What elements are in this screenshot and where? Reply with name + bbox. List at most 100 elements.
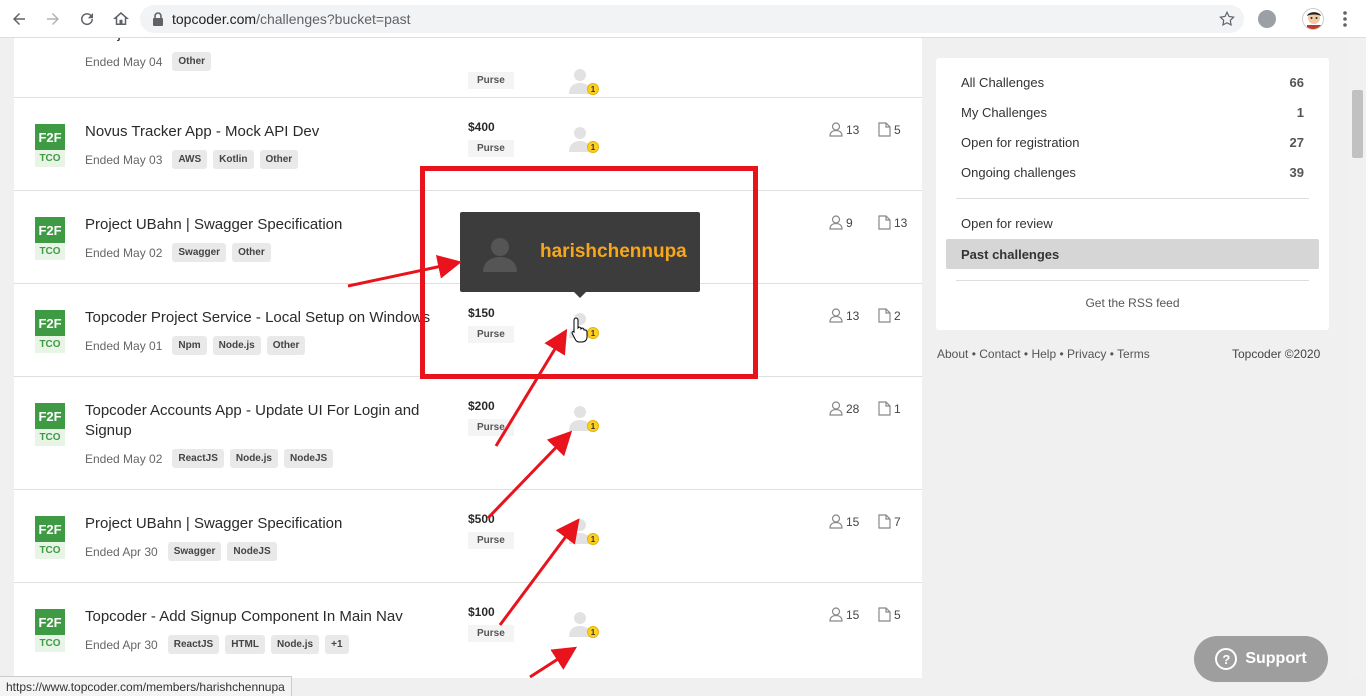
challenge-row: F2F TCO Topcoder - Add Signup Component In…	[14, 583, 922, 678]
tech-tag[interactable]: Swagger	[167, 542, 222, 561]
sidebar-item-my-challenges[interactable]: My Challenges 1	[946, 97, 1319, 127]
track-sub: TCO	[35, 635, 65, 652]
track-sub: TCO	[35, 542, 65, 559]
sidebar-item-open-for-registration[interactable]: Open for registration 27	[946, 127, 1319, 157]
profile-avatar[interactable]	[1302, 8, 1324, 30]
sidebar-item-open-for-review[interactable]: Open for review	[946, 208, 1319, 238]
tech-tag[interactable]: Node.js	[229, 449, 278, 468]
tech-tag[interactable]: NodeJS	[283, 449, 334, 468]
tech-tag[interactable]: Other	[266, 336, 306, 355]
challenge-title[interactable]: Topcoder - Add Signup Component In Main …	[85, 607, 445, 627]
footer-privacy-link[interactable]: Privacy	[1067, 347, 1106, 361]
sidebar-item-count: 39	[1289, 164, 1304, 180]
tech-tag[interactable]: ReactJS	[167, 635, 220, 654]
tech-tag[interactable]: Node.js	[270, 635, 320, 654]
challenge-meta: Ended May 01 Npm Node.js Other	[85, 336, 311, 355]
document-icon	[878, 308, 891, 323]
challenge-title[interactable]: Topcoder Accounts App - Update UI For Lo…	[85, 401, 445, 441]
user-icon	[829, 514, 843, 529]
sidebar-item-past-challenges[interactable]: Past challenges	[946, 239, 1319, 269]
prize-block: Purse	[468, 66, 518, 89]
tech-tag[interactable]: Node.js	[212, 336, 261, 355]
forward-button[interactable]	[38, 4, 68, 34]
footer-help-link[interactable]: Help	[1031, 347, 1056, 361]
back-button[interactable]	[4, 4, 34, 34]
tech-tag[interactable]: NodeJS	[227, 542, 277, 561]
challenge-title[interactable]: Novus Tracker App - Mock API Dev	[85, 122, 445, 142]
tech-tag[interactable]: HTML	[225, 635, 265, 654]
registrants-count[interactable]: 13	[829, 308, 859, 323]
challenge-row: F2F TCO Project UBahn | Swagger Specificat…	[14, 490, 922, 583]
challenge-title[interactable]: Topcoder Project Service - Local Setup o…	[85, 308, 445, 328]
tech-tag[interactable]: Other	[259, 150, 299, 169]
submissions-count[interactable]: 5	[878, 607, 901, 622]
winner-avatar[interactable]: 1	[569, 126, 599, 156]
footer-about-link[interactable]: About	[937, 347, 968, 361]
tech-tag[interactable]: ReactJS	[172, 449, 224, 468]
extension-icon[interactable]	[1258, 10, 1276, 28]
sidebar-item-label: Open for review	[961, 215, 1053, 231]
track-main: F2F	[35, 516, 65, 542]
winner-place-badge: 1	[587, 83, 599, 95]
purse-label: Purse	[468, 532, 514, 549]
url-text: topcoder.com/challenges?bucket=past	[172, 11, 411, 27]
home-button[interactable]	[106, 4, 136, 34]
url-path: /challenges?bucket=past	[256, 11, 411, 27]
address-bar[interactable]: topcoder.com/challenges?bucket=past	[140, 5, 1244, 33]
track-main: F2F	[35, 217, 65, 243]
ended-date: Ended May 03	[85, 152, 163, 167]
prize-block: $400 Purse	[468, 120, 518, 157]
rss-feed-link[interactable]: Get the RSS feed	[936, 296, 1329, 310]
winner-avatar[interactable]: 1	[569, 611, 599, 641]
footer-links: About • Contact • Help • Privacy • Terms	[937, 347, 1150, 361]
prize-amount: $400	[468, 120, 495, 134]
tech-tag[interactable]: Kotlin	[213, 150, 254, 169]
tech-tag[interactable]: AWS	[172, 150, 208, 169]
help-icon: ?	[1215, 648, 1238, 670]
registrants-count[interactable]: 15	[829, 607, 859, 622]
tech-tag[interactable]: Other	[172, 52, 212, 71]
submissions-count[interactable]: 2	[878, 308, 901, 323]
submissions-count[interactable]: 5	[878, 122, 901, 137]
tech-tag[interactable]: Swagger	[172, 243, 227, 262]
ended-date: Ended May 02	[85, 245, 163, 260]
user-icon	[829, 607, 843, 622]
winner-avatar[interactable]: 1	[569, 518, 599, 548]
registrants-count[interactable]: 28	[829, 401, 859, 416]
submissions-count[interactable]: 7	[878, 514, 901, 529]
submissions-count[interactable]: 13	[878, 215, 907, 230]
challenge-title[interactable]: codejam	[85, 38, 445, 44]
sidebar-item-label: My Challenges	[961, 104, 1047, 120]
reload-button[interactable]	[72, 4, 102, 34]
sidebar-item-all-challenges[interactable]: All Challenges 66	[946, 67, 1319, 97]
tech-tag[interactable]: +1	[325, 635, 349, 654]
track-badge: F2F TCO	[35, 124, 65, 167]
footer-contact-link[interactable]: Contact	[979, 347, 1020, 361]
winner-avatar[interactable]: 1	[569, 68, 599, 98]
purse-label: Purse	[468, 419, 514, 436]
challenge-meta: Ended May 02 Swagger Other	[85, 243, 277, 262]
registrants-value: 15	[846, 607, 860, 622]
support-button[interactable]: ? Support	[1194, 636, 1328, 682]
tech-tag[interactable]: Npm	[172, 336, 207, 355]
prize-amount: $200	[468, 399, 495, 413]
scroll-thumb[interactable]	[1352, 90, 1363, 158]
track-main: F2F	[35, 310, 65, 336]
support-label: Support	[1245, 650, 1307, 667]
user-icon	[829, 308, 843, 323]
registrants-count[interactable]: 9	[829, 215, 853, 230]
more-vert-icon[interactable]	[1338, 9, 1352, 29]
challenge-title[interactable]: Project UBahn | Swagger Specification	[85, 514, 445, 534]
track-badge: F2F TCO	[35, 217, 65, 260]
registrants-count[interactable]: 13	[829, 122, 859, 137]
winner-avatar[interactable]: 1	[569, 405, 599, 435]
sidebar-item-ongoing-challenges[interactable]: Ongoing challenges 39	[946, 157, 1319, 187]
challenge-title[interactable]: Project UBahn | Swagger Specification	[85, 215, 445, 235]
tech-tag[interactable]: Other	[232, 243, 271, 262]
star-icon[interactable]	[1218, 10, 1236, 28]
submissions-count[interactable]: 1	[878, 401, 901, 416]
home-icon	[113, 11, 129, 25]
footer-terms-link[interactable]: Terms	[1117, 347, 1150, 361]
page-scrollbar[interactable]	[1349, 38, 1366, 678]
registrants-count[interactable]: 15	[829, 514, 859, 529]
